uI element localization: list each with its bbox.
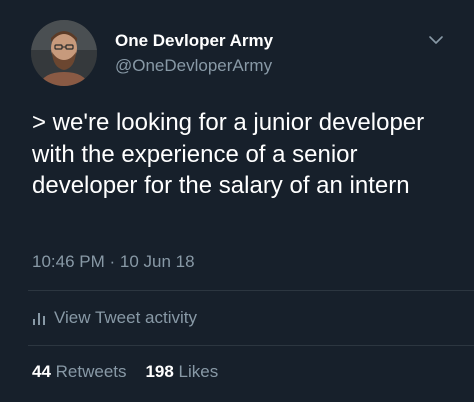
divider [28, 345, 474, 346]
view-tweet-activity-link[interactable]: View Tweet activity [32, 308, 197, 328]
view-tweet-activity-label: View Tweet activity [54, 308, 197, 327]
display-name[interactable]: One Devloper Army [115, 31, 273, 51]
likes-count: 198 [145, 362, 174, 381]
likes-label: Likes [178, 362, 219, 381]
tweet-text: > we're looking for a junior developer w… [32, 109, 425, 199]
retweets-label: Retweets [55, 362, 127, 381]
tweet-card: One Devloper Army @OneDevloperArmy > we'… [0, 0, 474, 402]
user-handle[interactable]: @OneDevloperArmy [115, 56, 272, 76]
avatar[interactable] [31, 20, 97, 86]
retweets-count: 44 [32, 362, 51, 381]
user-avatar-icon [31, 20, 97, 86]
likes-stat[interactable]: 198 Likes [145, 362, 218, 381]
tweet-stats: 44 Retweets 198 Likes [32, 362, 218, 382]
chevron-down-icon[interactable] [428, 33, 444, 45]
divider [28, 290, 474, 291]
bar-chart-icon [33, 313, 45, 325]
tweet-timestamp[interactable]: 10:46 PM · 10 Jun 18 [32, 252, 195, 272]
retweets-stat[interactable]: 44 Retweets [32, 362, 127, 381]
